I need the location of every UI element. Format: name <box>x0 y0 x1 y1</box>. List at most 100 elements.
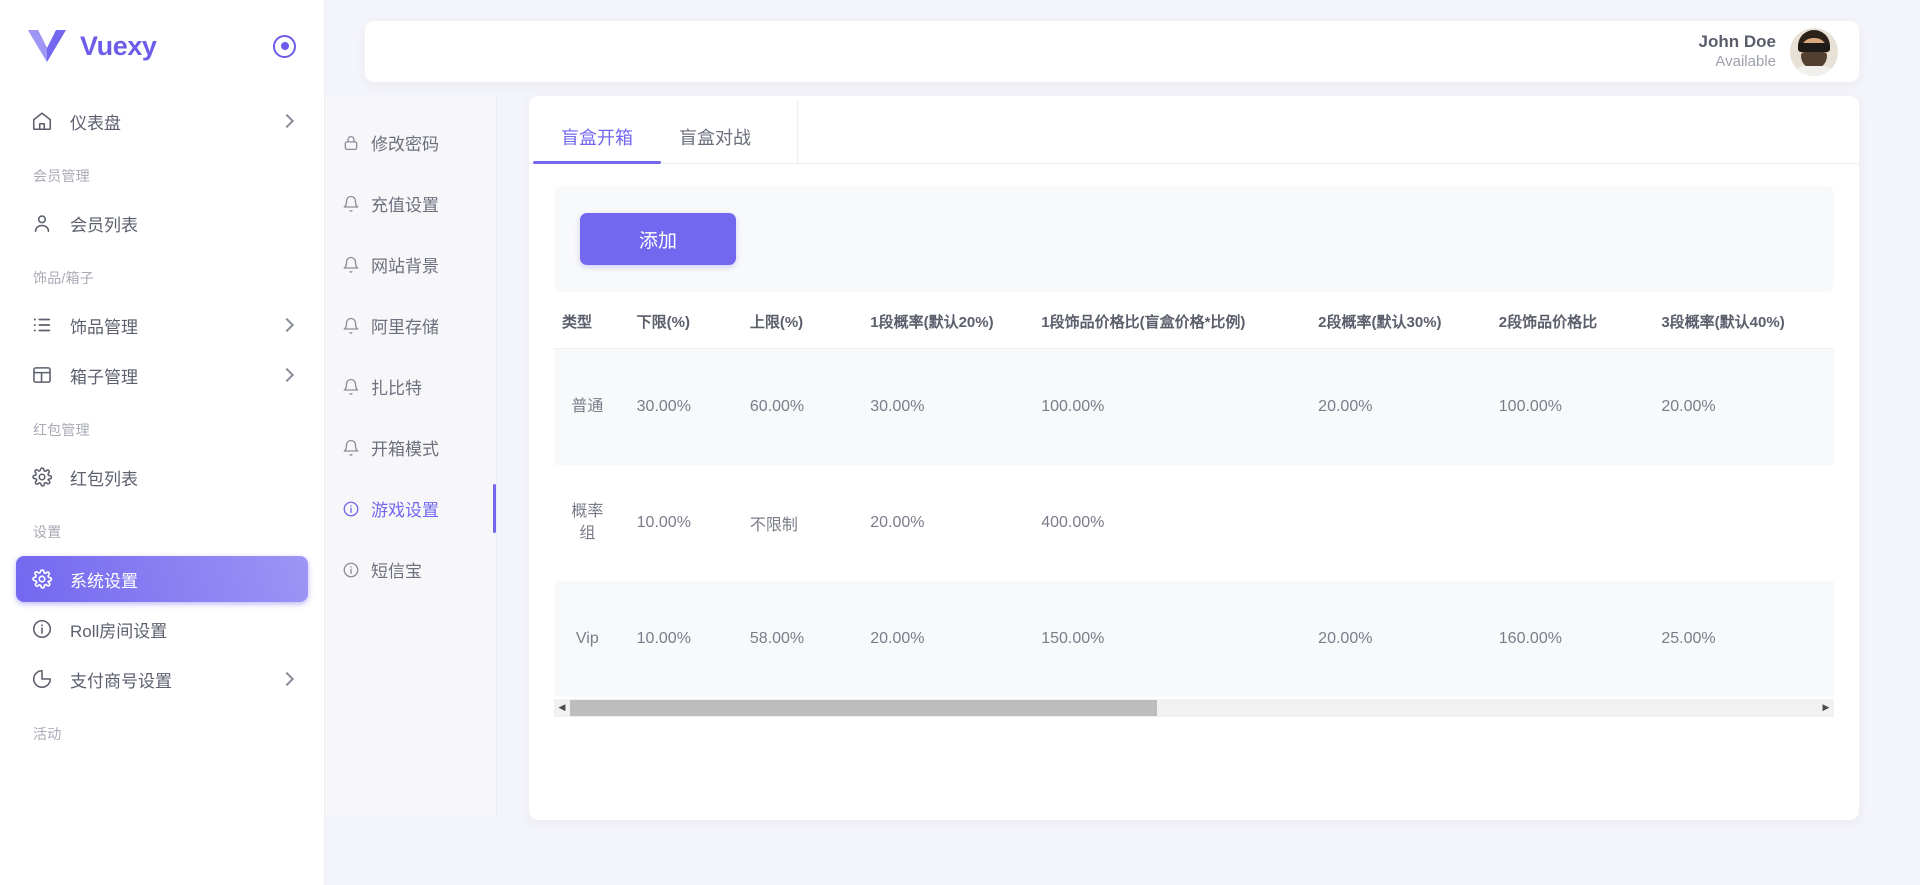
sidebar-item-label: 箱子管理 <box>70 363 282 388</box>
avatar[interactable] <box>1790 28 1838 76</box>
table-row[interactable]: 普通 30.00% 60.00% 30.00% 100.00% 20.00% 1… <box>554 349 1834 465</box>
cell-prob-1: 30.00% <box>862 349 1033 465</box>
table-horizontal-scrollbar[interactable]: ◀ ▶ <box>554 699 1834 717</box>
column-header-ratio-1[interactable]: 1段饰品价格比(盲盒价格*比例) <box>1033 294 1310 349</box>
info-icon <box>341 499 360 518</box>
tab-bar: 盲盒开箱 盲盒对战 <box>529 96 1859 164</box>
sidebar-item-label: 会员列表 <box>70 211 292 236</box>
bell-icon <box>341 377 360 396</box>
scrollbar-track[interactable] <box>570 699 1818 717</box>
subnav-item-change-password[interactable]: 修改密码 <box>325 112 496 173</box>
cell-prob-3: 25.00% <box>1653 581 1834 697</box>
scrollbar-thumb[interactable] <box>570 700 1157 716</box>
column-header-upper[interactable]: 上限(%) <box>742 294 862 349</box>
chevron-right-icon <box>280 114 294 128</box>
lock-icon <box>341 133 360 152</box>
subnav-item-label: 游戏设置 <box>371 496 439 521</box>
info-icon <box>341 560 360 579</box>
cell-ratio-1: 150.00% <box>1033 581 1310 697</box>
subnav-item-open-box-mode[interactable]: 开箱模式 <box>325 417 496 478</box>
sidebar-item-label: 仪表盘 <box>70 109 282 134</box>
table-body: 普通 30.00% 60.00% 30.00% 100.00% 20.00% 1… <box>554 349 1834 697</box>
target-icon[interactable] <box>273 35 296 58</box>
gear-icon <box>30 465 54 489</box>
subnav-item-sms-treasure[interactable]: 短信宝 <box>325 539 496 600</box>
cell-prob-1: 20.00% <box>862 465 1033 581</box>
subnav-item-label: 修改密码 <box>371 130 439 155</box>
table-row[interactable]: 概率组 10.00% 不限制 20.00% 400.00% <box>554 465 1834 581</box>
table-wrapper: 类型 下限(%) 上限(%) 1段概率(默认20%) 1段饰品价格比(盲盒价格*… <box>554 294 1834 717</box>
sidebar-item-redpacket-list[interactable]: 红包列表 <box>16 454 308 500</box>
tab-blindbox-battle[interactable]: 盲盒对战 <box>673 124 757 163</box>
subnav-item-site-background[interactable]: 网站背景 <box>325 234 496 295</box>
cell-upper: 58.00% <box>742 581 862 697</box>
main-sidebar: Vuexy 仪表盘 会员管理 会员列表 <box>0 0 325 885</box>
bell-icon <box>341 194 360 213</box>
sidebar-item-label: 支付商号设置 <box>70 667 282 692</box>
user-text-group: John Doe Available <box>1699 31 1776 72</box>
cell-prob-1: 20.00% <box>862 581 1033 697</box>
cell-prob-2: 20.00% <box>1310 349 1491 465</box>
cell-ratio-2 <box>1491 465 1654 581</box>
sidebar-section-activity: 活动 <box>0 706 324 754</box>
sidebar-item-box-manage[interactable]: 箱子管理 <box>16 352 308 398</box>
subnav-item-label: 短信宝 <box>371 557 422 582</box>
scroll-left-arrow-icon[interactable]: ◀ <box>554 699 570 717</box>
sidebar-item-roll-room-settings[interactable]: Roll房间设置 <box>16 606 308 652</box>
sidebar-nav: 仪表盘 会员管理 会员列表 饰品/箱子 <box>0 92 324 754</box>
tab-blindbox-open[interactable]: 盲盒开箱 <box>555 124 639 163</box>
cell-type: 普通 <box>554 349 629 465</box>
cell-prob-3: 20.00% <box>1653 349 1834 465</box>
column-header-prob-2[interactable]: 2段概率(默认30%) <box>1310 294 1491 349</box>
sidebar-section-members: 会员管理 <box>0 148 324 196</box>
table-head: 类型 下限(%) 上限(%) 1段概率(默认20%) 1段饰品价格比(盲盒价格*… <box>554 294 1834 349</box>
user-profile-block[interactable]: John Doe Available <box>1699 28 1838 76</box>
sidebar-section-settings: 设置 <box>0 504 324 552</box>
panel-body: 添加 类型 下限(%) 上限(%) 1段概率(默认20%) 1段饰品价格比(盲盒… <box>529 164 1859 717</box>
scroll-right-arrow-icon[interactable]: ▶ <box>1818 699 1834 717</box>
bell-icon <box>341 255 360 274</box>
cell-ratio-2: 100.00% <box>1491 349 1654 465</box>
home-icon <box>30 109 54 133</box>
subnav-item-recharge-settings[interactable]: 充值设置 <box>325 173 496 234</box>
cell-lower: 10.00% <box>629 465 742 581</box>
cell-type-text: Vip <box>576 628 599 649</box>
cell-ratio-2: 160.00% <box>1491 581 1654 697</box>
column-header-lower[interactable]: 下限(%) <box>629 294 742 349</box>
list-icon <box>30 313 54 337</box>
sidebar-item-system-settings[interactable]: 系统设置 <box>16 556 308 602</box>
sidebar-item-label: 系统设置 <box>70 567 292 592</box>
user-status: Available <box>1699 52 1776 72</box>
sidebar-item-decoration-manage[interactable]: 饰品管理 <box>16 302 308 348</box>
pie-chart-icon <box>30 667 54 691</box>
subnav-item-zabite[interactable]: 扎比特 <box>325 356 496 417</box>
sidebar-item-member-list[interactable]: 会员列表 <box>16 200 308 246</box>
column-header-prob-3[interactable]: 3段概率(默认40%) <box>1653 294 1834 349</box>
sidebar-item-label: Roll房间设置 <box>70 617 292 642</box>
add-button[interactable]: 添加 <box>580 213 736 265</box>
cell-prob-2 <box>1310 465 1491 581</box>
column-header-ratio-2[interactable]: 2段饰品价格比 <box>1491 294 1654 349</box>
sidebar-item-payment-merchant-settings[interactable]: 支付商号设置 <box>16 656 308 702</box>
chevron-right-icon <box>280 672 294 686</box>
subnav-item-ali-storage[interactable]: 阿里存储 <box>325 295 496 356</box>
subnav-item-label: 阿里存储 <box>371 313 439 338</box>
column-header-prob-1[interactable]: 1段概率(默认20%) <box>862 294 1033 349</box>
cell-type-text: 概率组 <box>569 501 605 543</box>
subnav-item-label: 开箱模式 <box>371 435 439 460</box>
cell-upper: 60.00% <box>742 349 862 465</box>
column-header-type[interactable]: 类型 <box>554 294 629 349</box>
main-content-card: 盲盒开箱 盲盒对战 添加 类型 下限(%) 上限(%) 1段概率(默认20%) … <box>529 96 1859 820</box>
sidebar-section-items: 饰品/箱子 <box>0 250 324 298</box>
cell-lower: 30.00% <box>629 349 742 465</box>
chevron-right-icon <box>280 318 294 332</box>
subnav-item-label: 扎比特 <box>371 374 422 399</box>
sidebar-item-dashboard[interactable]: 仪表盘 <box>16 98 308 144</box>
subnav-item-game-settings[interactable]: 游戏设置 <box>325 478 496 539</box>
table-row[interactable]: Vip 10.00% 58.00% 20.00% 150.00% 20.00% … <box>554 581 1834 697</box>
subnav-item-label: 网站背景 <box>371 252 439 277</box>
bell-icon <box>341 438 360 457</box>
game-settings-table: 类型 下限(%) 上限(%) 1段概率(默认20%) 1段饰品价格比(盲盒价格*… <box>554 294 1834 697</box>
sidebar-item-label: 红包列表 <box>70 465 292 490</box>
brand-header[interactable]: Vuexy <box>0 0 324 92</box>
